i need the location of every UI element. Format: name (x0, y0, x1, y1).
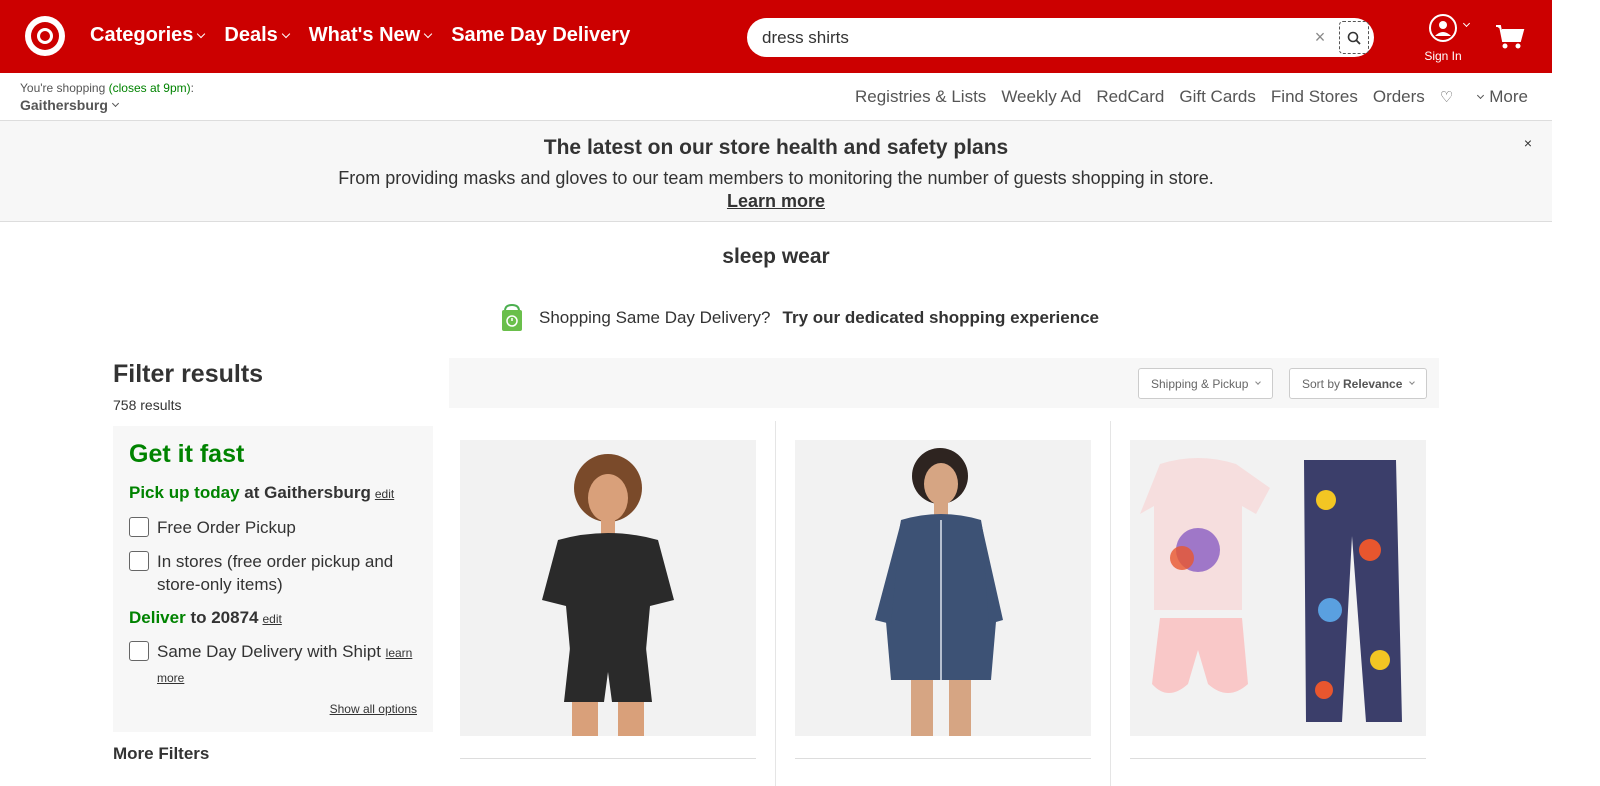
chevron-down-icon (1462, 19, 1471, 28)
search-term-heading: sleep wear (722, 245, 830, 268)
get-it-fast-panel: Get it fast Pick up today at Gaithersbur… (113, 426, 433, 732)
account-icon (1429, 14, 1457, 42)
link-gift-cards[interactable]: Gift Cards (1179, 87, 1256, 107)
search-input[interactable] (762, 18, 1282, 57)
shopping-bag-icon (502, 303, 522, 331)
sort-value: Relevance (1343, 376, 1403, 391)
same-day-delivery-promo: Shopping Same Day Delivery? Try our dedi… (497, 303, 1099, 333)
shipping-pickup-dropdown[interactable]: Shipping & Pickup (1138, 368, 1274, 399)
favorites-heart-icon[interactable]: ♡ (1440, 88, 1453, 106)
more-filters-heading[interactable]: More Filters (113, 744, 209, 764)
sort-prefix: Sort by (1302, 376, 1341, 391)
chevron-down-icon (281, 29, 290, 38)
store-name: Gaithersburg (20, 97, 194, 113)
link-registries[interactable]: Registries & Lists (855, 87, 986, 107)
product-image[interactable] (795, 440, 1091, 736)
shipping-pickup-label: Shipping & Pickup (1151, 376, 1249, 391)
utility-bar: You're shopping (closes at 9pm): Gaither… (0, 73, 1552, 121)
product-photo-kids-pajamas (1130, 440, 1426, 736)
sign-in-label: Sign In (1424, 49, 1462, 63)
chevron-down-icon (197, 29, 206, 38)
free-order-pickup-checkbox[interactable] (129, 517, 149, 537)
nav-whats-new-label: What's New (308, 24, 421, 46)
in-stores-option[interactable]: In stores (free order pickup and store-on… (129, 550, 393, 596)
search-icon (1347, 31, 1361, 45)
utility-links: Registries & Lists Weekly Ad RedCard Gif… (840, 87, 1528, 107)
target-logo-icon[interactable] (24, 15, 66, 57)
grid-divider (775, 421, 776, 786)
get-it-fast-heading: Get it fast (129, 440, 245, 468)
same-day-shipt-option[interactable]: Same Day Delivery with Shipt learn more (129, 640, 412, 690)
more-menu[interactable]: More (1477, 87, 1528, 107)
learn-more-link[interactable]: learn (386, 646, 413, 660)
same-day-question: Shopping Same Day Delivery? (539, 308, 771, 327)
edit-store-link[interactable]: edit (375, 487, 394, 501)
deliver-heading: Deliver to 20874 edit (129, 608, 282, 627)
product-image[interactable] (460, 440, 756, 736)
link-find-stores[interactable]: Find Stores (1271, 87, 1358, 107)
chevron-down-icon (1409, 378, 1416, 385)
chevron-down-icon (423, 29, 433, 38)
nav-whats-new[interactable]: What's New (308, 24, 433, 47)
in-stores-checkbox[interactable] (129, 551, 149, 571)
search-bar: × (747, 18, 1374, 57)
free-order-pickup-label: Free Order Pickup (157, 518, 296, 537)
nav-same-day-delivery[interactable]: Same Day Delivery (451, 24, 630, 47)
product-divider (1130, 758, 1426, 759)
main-nav: Categories Deals What's New Same Day Del… (90, 24, 650, 47)
store-selector[interactable]: You're shopping (closes at 9pm): Gaither… (20, 81, 194, 113)
learn-more-link-cont[interactable]: more (157, 671, 184, 685)
product-divider (460, 758, 756, 759)
safety-banner: The latest on our store health and safet… (0, 121, 1552, 222)
link-orders[interactable]: Orders (1373, 87, 1425, 107)
grid-divider (1110, 421, 1111, 786)
banner-title: The latest on our store health and safet… (543, 136, 1009, 159)
show-all-options-link[interactable]: Show all options (330, 702, 417, 716)
same-day-shipt-label: Same Day Delivery with Shipt learn more (157, 642, 413, 685)
link-redcard[interactable]: RedCard (1096, 87, 1164, 107)
banner-learn-more-link[interactable]: Learn more (727, 191, 825, 212)
banner-text: From providing masks and gloves to our t… (338, 168, 1214, 188)
in-stores-label: In stores (free order pickup and store-on… (157, 552, 394, 594)
filter-results-heading: Filter results (113, 360, 264, 388)
chevron-down-icon (1255, 378, 1262, 385)
free-order-pickup-option[interactable]: Free Order Pickup (129, 516, 296, 539)
search-button[interactable] (1339, 21, 1369, 54)
cart-icon[interactable] (1494, 23, 1526, 51)
nav-deals[interactable]: Deals (224, 24, 290, 47)
sign-in-button[interactable]: Sign In (1413, 14, 1473, 63)
nav-categories[interactable]: Categories (90, 24, 206, 47)
link-weekly-ad[interactable]: Weekly Ad (1001, 87, 1081, 107)
top-header: Categories Deals What's New Same Day Del… (0, 0, 1552, 73)
more-label: More (1489, 87, 1528, 106)
product-divider (795, 758, 1091, 759)
results-count: 758 results (113, 397, 182, 413)
edit-zip-link[interactable]: edit (262, 612, 281, 626)
nav-deals-label: Deals (224, 24, 278, 46)
sort-dropdown[interactable]: Sort by Relevance (1289, 368, 1428, 399)
store-hours-line: You're shopping (closes at 9pm): (20, 81, 194, 95)
product-photo-pajama-set (460, 440, 756, 736)
nav-same-day-label: Same Day Delivery (451, 24, 631, 46)
product-photo-sleep-shirt (795, 440, 1091, 736)
sort-bar: Shipping & Pickup Sort by Relevance (449, 358, 1439, 408)
clear-search-icon[interactable]: × (1310, 27, 1330, 47)
same-day-experience-link[interactable]: Try our dedicated shopping experience (783, 308, 1099, 328)
same-day-shipt-checkbox[interactable] (129, 641, 149, 661)
nav-categories-label: Categories (90, 24, 194, 46)
pickup-heading: Pick up today at Gaithersburg edit (129, 483, 395, 502)
chevron-down-icon (111, 99, 119, 107)
close-icon[interactable]: × (1524, 135, 1532, 151)
chevron-down-icon (1477, 91, 1485, 99)
product-image[interactable] (1130, 440, 1426, 736)
